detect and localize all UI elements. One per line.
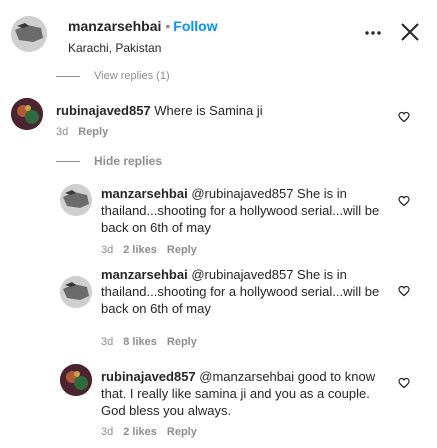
reply-button[interactable]: Reply	[78, 126, 108, 138]
comment-text: rubinajaved857 Where is Samina ji	[56, 102, 376, 119]
comment-time[interactable]: 3d	[56, 126, 68, 138]
comment-time[interactable]: 3d	[101, 336, 113, 348]
comment-meta: 3d 2 likes Reply	[101, 426, 207, 438]
follow-button[interactable]: Follow	[173, 18, 217, 34]
comment-time[interactable]: 3d	[101, 244, 113, 256]
avatar-image	[11, 98, 43, 130]
comment-body: Where is Samina ji	[154, 103, 263, 118]
heart-outline-icon	[398, 195, 410, 207]
comment-username[interactable]: rubinajaved857	[101, 369, 196, 384]
comment-meta: 3d 8 likes Reply	[101, 336, 207, 348]
post-location[interactable]: Karachi, Pakistan	[68, 41, 161, 55]
like-button[interactable]	[398, 284, 410, 297]
avatar-image	[60, 364, 92, 396]
avatar-image	[11, 16, 47, 52]
comment-username[interactable]: manzarsehbai	[101, 186, 188, 201]
post-header: manzarsehbai • Follow Karachi, Pakistan	[0, 0, 437, 64]
divider-line	[56, 75, 80, 77]
avatar[interactable]	[60, 184, 92, 216]
avatar[interactable]	[11, 16, 47, 52]
comment-time[interactable]: 3d	[101, 426, 113, 438]
avatar-image	[60, 276, 92, 308]
hide-replies-label: Hide replies	[94, 154, 163, 168]
like-button[interactable]	[398, 194, 410, 207]
close-icon	[401, 23, 419, 41]
heart-outline-icon	[398, 377, 410, 389]
likes-count[interactable]: 2 likes	[123, 426, 157, 438]
avatar-image	[60, 184, 92, 216]
reply-item: rubinajaved857 @manzarsehbai good to kno…	[0, 364, 437, 444]
like-button[interactable]	[398, 110, 410, 123]
more-horizontal-icon	[365, 31, 381, 35]
comment-meta: 3d 2 likes Reply	[101, 244, 207, 256]
comment-username[interactable]: manzarsehbai	[101, 267, 188, 282]
comment-meta: 3d Reply	[56, 126, 118, 138]
like-button[interactable]	[398, 376, 410, 389]
comment-text: rubinajaved857 @manzarsehbai good to kno…	[101, 368, 391, 419]
avatar[interactable]	[60, 364, 92, 396]
comment-item: rubinajaved857 Where is Samina ji 3d Repl…	[0, 98, 437, 142]
divider-line	[56, 161, 80, 163]
reply-button[interactable]: Reply	[167, 426, 197, 438]
reply-item: manzarsehbai @rubinajaved857 She is in t…	[0, 182, 437, 262]
comment-text: manzarsehbai @rubinajaved857 She is in t…	[101, 266, 391, 317]
post-author-line: manzarsehbai • Follow	[68, 18, 218, 34]
reply-button[interactable]: Reply	[167, 336, 197, 348]
close-button[interactable]	[398, 20, 422, 44]
post-author-username[interactable]: manzarsehbai	[68, 18, 161, 34]
reply-item: manzarsehbai @rubinajaved857 She is in t…	[0, 262, 437, 354]
more-options-button[interactable]	[362, 22, 384, 44]
likes-count[interactable]: 2 likes	[123, 244, 157, 256]
comment-username[interactable]: rubinajaved857	[56, 103, 151, 118]
reply-button[interactable]: Reply	[167, 244, 197, 256]
view-replies-label: View replies (1)	[94, 70, 170, 82]
heart-outline-icon	[398, 285, 410, 297]
separator-dot: •	[165, 18, 171, 34]
avatar[interactable]	[11, 98, 43, 130]
hide-replies-button[interactable]: Hide replies	[56, 154, 162, 168]
likes-count[interactable]: 8 likes	[123, 336, 157, 348]
comment-text: manzarsehbai @rubinajaved857 She is in t…	[101, 185, 391, 236]
avatar[interactable]	[60, 276, 92, 308]
heart-outline-icon	[398, 111, 410, 123]
view-replies-button[interactable]: View replies (1)	[56, 70, 170, 82]
